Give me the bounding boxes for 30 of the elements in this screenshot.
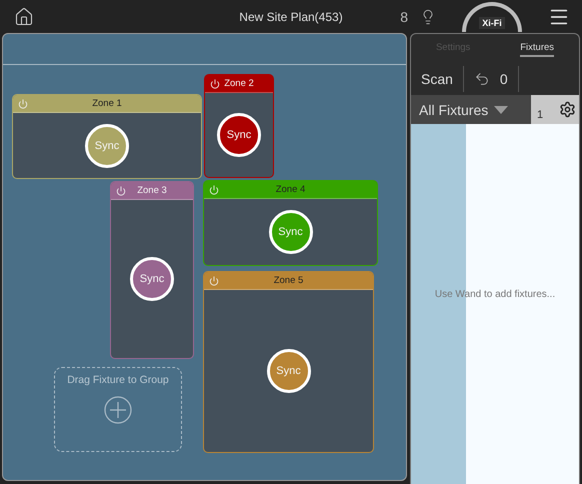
undo-button[interactable]: 0 (464, 66, 519, 92)
zone-title: Zone 3 (137, 185, 167, 196)
power-icon[interactable] (116, 186, 126, 196)
filter-dropdown[interactable]: All Fixtures (411, 95, 531, 124)
caret-icon (494, 106, 508, 114)
panel-tab[interactable]: Fixtures (520, 40, 554, 56)
home-icon[interactable] (14, 6, 34, 26)
zone-title: Zone 2 (224, 78, 254, 89)
zone-card[interactable]: Zone 5 Sync (203, 271, 374, 453)
settings-icon[interactable] (559, 101, 576, 118)
zone-title: Zone 1 (92, 98, 122, 109)
count-label: 8 (400, 8, 408, 24)
filter-count: 1 (537, 109, 544, 121)
power-icon[interactable] (210, 78, 220, 88)
power-icon[interactable] (209, 184, 219, 194)
sync-button[interactable]: Sync (217, 113, 261, 157)
zone-card[interactable]: Zone 3 Sync (110, 181, 194, 359)
filter-count-field[interactable]: 1 (531, 95, 579, 124)
scan-button[interactable]: Scan (411, 66, 464, 92)
power-icon[interactable] (209, 276, 219, 286)
zone-card[interactable]: Zone 4 Sync (203, 180, 378, 266)
window-title: New Site Plan(453) (239, 10, 343, 24)
zone-title: Zone 4 (276, 184, 306, 195)
zone-title: Zone 5 (274, 275, 304, 286)
plus-circle-icon[interactable] (104, 396, 132, 424)
zone-card[interactable]: Zone 2 Sync (204, 74, 274, 178)
badge-label: Xi-Fi (479, 16, 505, 28)
undo-icon (474, 70, 490, 86)
drop-label: Drag Fixture to Group (67, 374, 169, 386)
sync-button[interactable]: Sync (130, 257, 174, 301)
